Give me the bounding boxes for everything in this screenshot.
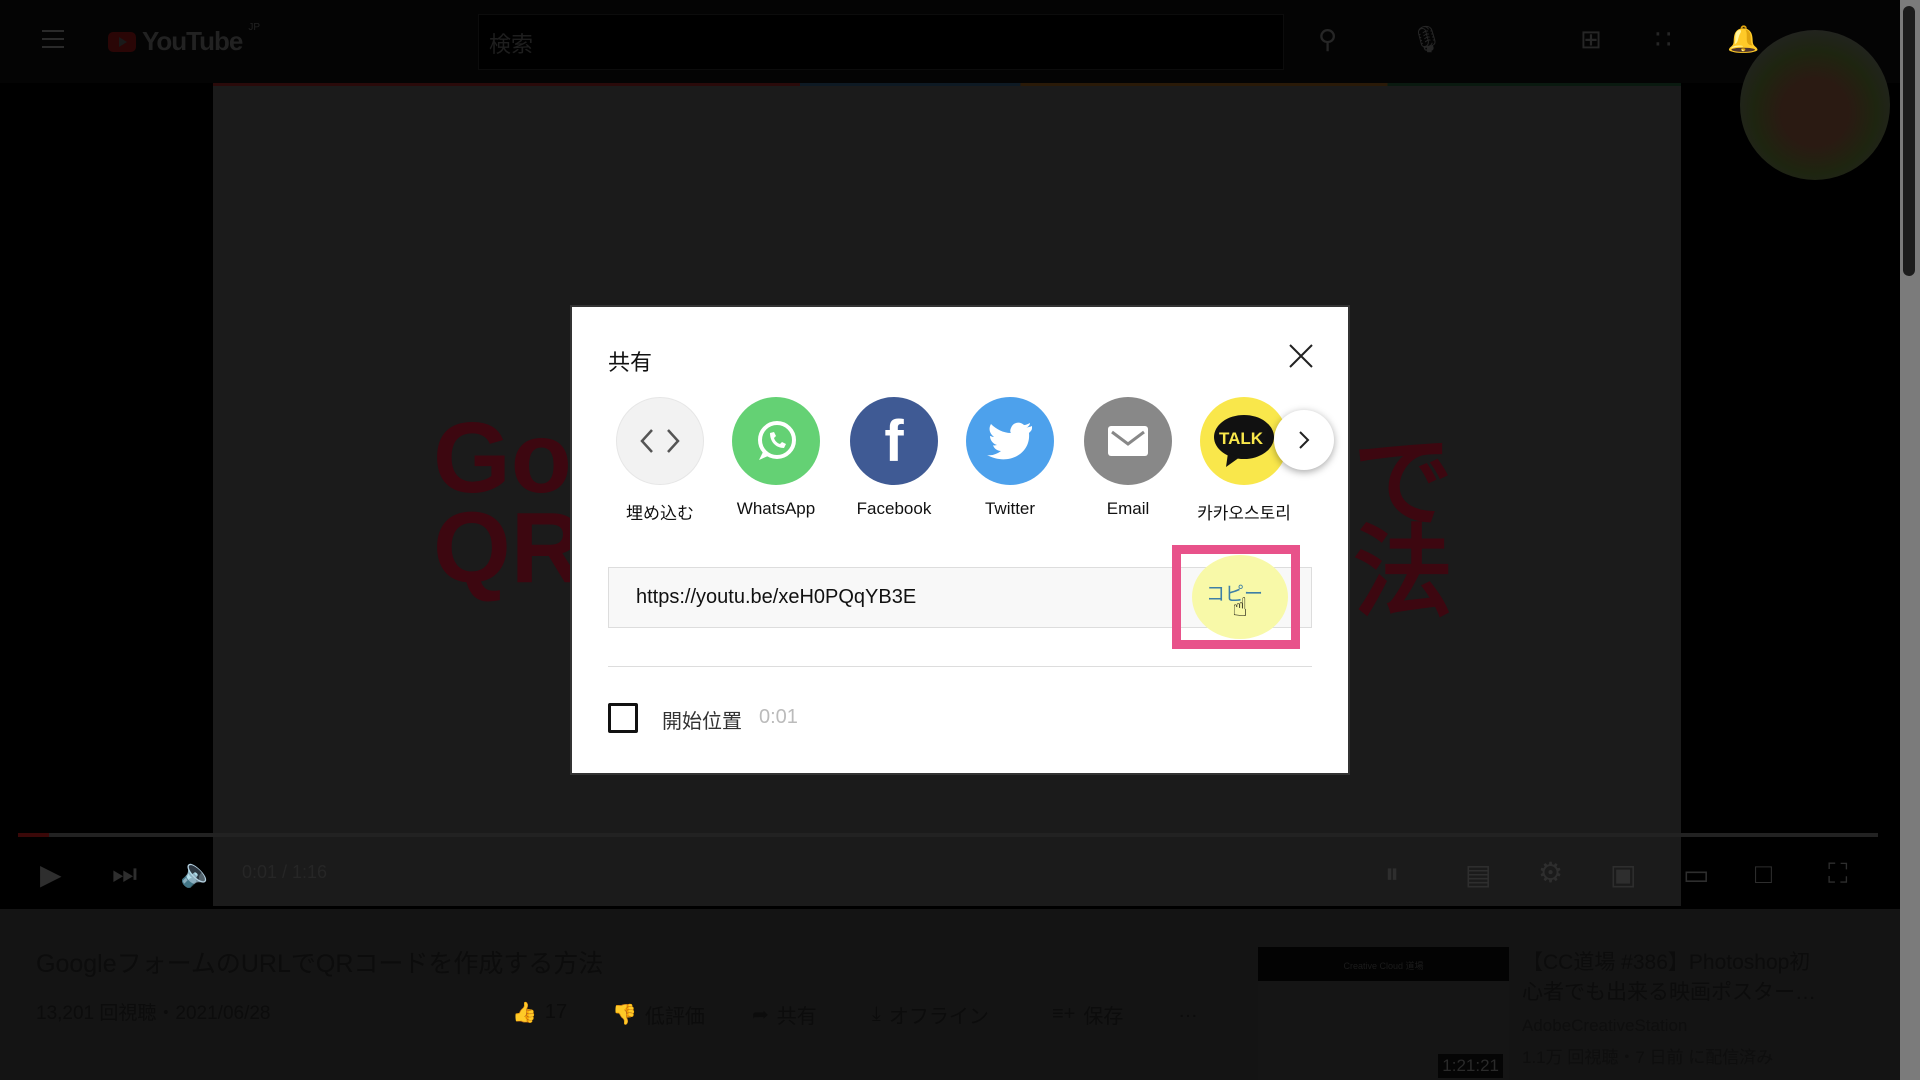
share-dialog: 共有 埋め込む WhatsApp f Facebook Twitter Emai…: [572, 307, 1348, 773]
cast-icon[interactable]: □: [1755, 858, 1772, 890]
settings-gear-icon[interactable]: ⚙: [1538, 856, 1563, 889]
thumbs-up-icon: 👍: [512, 1002, 537, 1024]
microphone-icon[interactable]: 🎙: [1410, 24, 1443, 55]
subtitles-icon[interactable]: ▤: [1465, 858, 1491, 891]
seek-bar-progress: [18, 833, 49, 837]
top-bar: YouTube JP 検索 ⚲ 🎙 ⊞ ∷ 🔔: [0, 0, 1900, 83]
youtube-play-icon: [108, 31, 136, 52]
share-kakaostory[interactable]: TALK 카카오스토리: [1194, 397, 1294, 524]
offline-button[interactable]: ⤓ オフライン: [872, 1000, 989, 1029]
divider: [608, 666, 1312, 667]
logo-text: YouTube: [142, 26, 243, 56]
start-at-checkbox[interactable]: [608, 703, 638, 733]
video-title: GoogleフォームのURLでQRコードを作成する方法: [36, 950, 604, 978]
create-video-icon[interactable]: ⊞: [1580, 24, 1602, 55]
thumbs-down-icon: 👎: [612, 1004, 637, 1026]
next-targets-button[interactable]: [1274, 410, 1334, 470]
scrollbar-thumb[interactable]: [1903, 6, 1915, 276]
dislike-button[interactable]: 👎 低評価: [612, 1000, 705, 1029]
notifications-bell-icon[interactable]: 🔔: [1727, 24, 1759, 55]
share-button[interactable]: ➦ 共有: [752, 1000, 817, 1029]
video-meta: 13,201 回視聴・2021/06/28: [36, 1003, 271, 1024]
download-icon: ⤓: [872, 1003, 881, 1025]
close-icon[interactable]: [1286, 341, 1316, 371]
like-button[interactable]: 👍 17: [512, 1000, 567, 1025]
play-icon[interactable]: ▶: [40, 858, 62, 891]
apps-grid-icon[interactable]: ∷: [1655, 24, 1672, 55]
talk-badge: TALK: [1219, 429, 1264, 448]
fox-avatar-overlay: [1740, 30, 1890, 180]
share-label: Twitter: [984, 499, 1036, 518]
dialog-title: 共有: [608, 350, 653, 375]
whatsapp-icon: [732, 397, 820, 485]
share-label: 共有: [776, 1006, 817, 1028]
next-video-icon[interactable]: ⏭: [112, 858, 137, 891]
share-email[interactable]: Email: [1078, 397, 1178, 519]
hamburger-menu-icon[interactable]: [42, 30, 64, 48]
share-facebook[interactable]: f Facebook: [844, 397, 944, 519]
video-text: 法: [1353, 517, 1453, 629]
search-icon[interactable]: ⚲: [1318, 24, 1337, 55]
autoplay-toggle-icon[interactable]: ⏸: [1385, 858, 1399, 891]
more-actions-button[interactable]: …: [1178, 1000, 1198, 1023]
time-display: 0:01 / 1:16: [242, 862, 328, 882]
logo-region: JP: [248, 22, 261, 33]
miniplayer-icon[interactable]: ▣: [1610, 858, 1636, 891]
share-embed[interactable]: 埋め込む: [610, 397, 710, 524]
share-label: WhatsApp: [736, 499, 816, 518]
facebook-icon: f: [850, 397, 938, 485]
recommendation-channel[interactable]: AdobeCreativeStation: [1522, 1016, 1687, 1036]
thumbnail-banner: Creative Cloud 道場: [1258, 947, 1509, 981]
email-icon: [1084, 397, 1172, 485]
share-label: Email: [1106, 499, 1150, 518]
search-input[interactable]: 検索: [478, 14, 1284, 70]
seek-bar[interactable]: [18, 833, 1878, 837]
share-arrow-icon: ➦: [752, 1004, 769, 1026]
share-whatsapp[interactable]: WhatsApp: [726, 397, 826, 519]
twitter-icon: [966, 397, 1054, 485]
recommendation-thumbnail[interactable]: Creative Cloud 道場 1:21:21: [1258, 947, 1509, 1080]
theater-mode-icon[interactable]: ▭: [1683, 858, 1709, 891]
chevron-right-icon: [1299, 431, 1310, 449]
add-to-playlist-icon: ≡+: [1052, 1003, 1076, 1025]
recommendation-title[interactable]: 【CC道場 #386】Photoshop初心者でも出来る映画ポスター…: [1522, 948, 1822, 1008]
embed-code-icon: [616, 397, 704, 485]
share-label: Facebook: [856, 499, 932, 518]
recommendation-meta: 1.1万 回視聴・7 日前 に配信済み: [1522, 1048, 1774, 1067]
start-at-time[interactable]: 0:01: [759, 706, 798, 729]
offline-label: オフライン: [888, 1006, 989, 1028]
share-label: 埋め込む: [626, 504, 694, 523]
like-count: 17: [544, 1001, 568, 1023]
save-label: 保存: [1083, 1006, 1124, 1028]
youtube-logo[interactable]: YouTube JP: [108, 22, 260, 57]
video-duration: 1:21:21: [1438, 1054, 1503, 1078]
dislike-label: 低評価: [644, 1006, 705, 1028]
volume-icon[interactable]: 🔈: [180, 856, 215, 889]
video-text: QR: [433, 492, 583, 604]
fullscreen-icon[interactable]: ⛶: [1828, 858, 1848, 891]
share-label: 카카오스토리: [1197, 504, 1291, 523]
start-at-label: 開始位置: [662, 711, 742, 733]
save-button[interactable]: ≡+ 保存: [1052, 1000, 1123, 1029]
share-twitter[interactable]: Twitter: [960, 397, 1060, 519]
hand-cursor-icon: ☝: [1232, 592, 1248, 622]
